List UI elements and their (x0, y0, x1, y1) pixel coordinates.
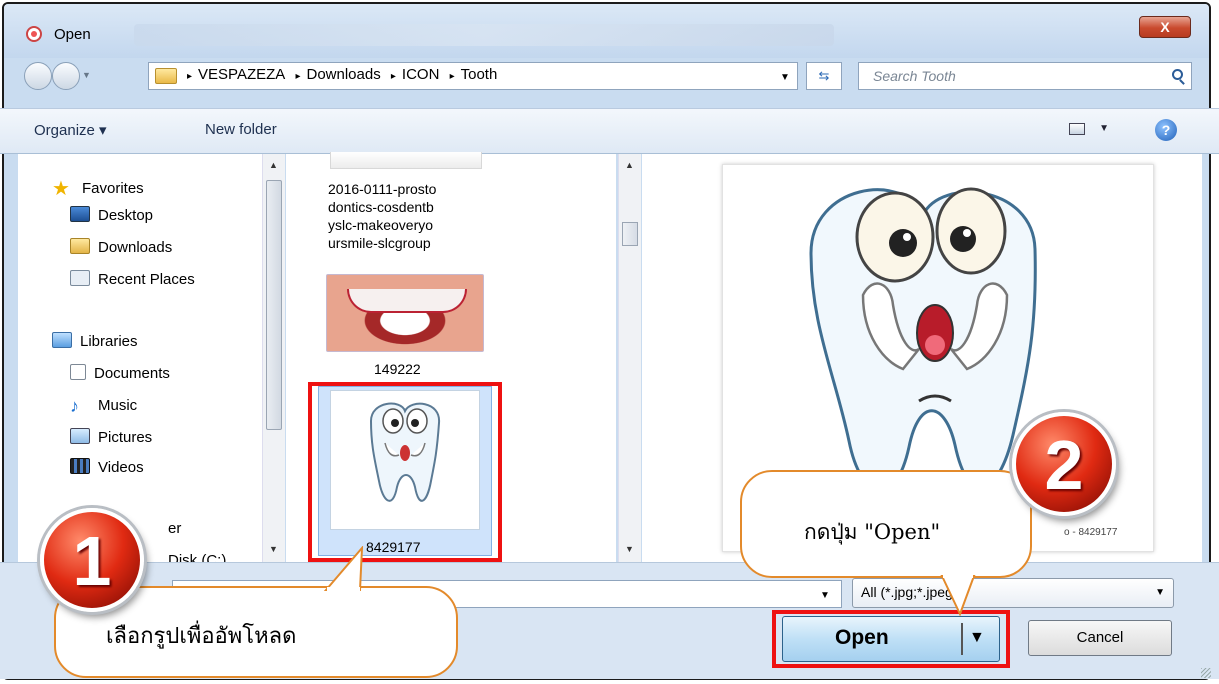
sidebar-label: Music (98, 397, 138, 414)
recent-places-icon (70, 270, 90, 286)
file-label-line: ursmile-slcgroup (328, 235, 431, 251)
highlight-selected-file (308, 382, 502, 562)
app-icon (26, 26, 42, 42)
sidebar-scrollbar[interactable]: ▲ ▼ (262, 154, 285, 562)
highlight-open-button (772, 610, 1010, 668)
background-tabs-blur (134, 24, 834, 46)
cancel-button[interactable]: Cancel (1028, 620, 1172, 656)
sidebar-item-recent-places[interactable]: Recent Places (70, 270, 195, 288)
music-icon: ♪ (70, 396, 79, 416)
callout-step2: กดปุ่ม "Open" (740, 470, 1032, 578)
preview-caption: o - 8429177 (1064, 527, 1118, 538)
file-label-149222[interactable]: 149222 (374, 360, 421, 378)
sidebar-item-music[interactable]: ♪ Music (70, 396, 138, 416)
search-input[interactable]: Search Tooth (858, 62, 1192, 90)
back-button[interactable] (24, 62, 52, 90)
file-type-select[interactable]: All (*.jpg;*.jpeg) ▼ (852, 578, 1174, 608)
sidebar-item-videos[interactable]: Videos (70, 458, 144, 476)
crumb-downloads[interactable]: Downloads (306, 66, 380, 83)
resize-grip-icon[interactable] (1201, 668, 1211, 678)
sidebar-label: Favorites (82, 180, 144, 197)
file-thumbnail-smile[interactable] (326, 274, 484, 352)
window-title: Open (54, 26, 91, 43)
forward-button[interactable] (52, 62, 80, 90)
sidebar-label: Libraries (80, 333, 138, 350)
sidebar-item-downloads[interactable]: Downloads (70, 238, 172, 256)
sidebar-label: Recent Places (98, 271, 195, 288)
file-label-line: yslc-makeoveryo (328, 217, 434, 233)
organize-button[interactable]: Organize ▾ (34, 121, 107, 139)
crumb-icon[interactable]: ICON (402, 66, 440, 83)
title-bar: Open X (4, 4, 1209, 58)
sidebar-item-libraries[interactable]: Libraries (52, 332, 138, 350)
sidebar-item-computer[interactable]: er (168, 520, 181, 537)
address-dropdown-icon[interactable]: ▼ (780, 72, 790, 83)
step-2-badge: 2 (1012, 412, 1116, 516)
sidebar-scroll-thumb[interactable] (266, 180, 282, 430)
file-name-dropdown-icon[interactable]: ▼ (820, 590, 830, 601)
star-icon: ★ (52, 178, 70, 200)
help-icon[interactable]: ? (1155, 119, 1177, 141)
refresh-button[interactable]: ⇆ (806, 62, 842, 90)
crumb-separator-icon: ▸ (390, 71, 396, 82)
callout-step2-tail (940, 574, 976, 616)
navigation-pane: ★ Favorites Desktop Downloads Recent Plac… (18, 154, 268, 569)
file-label-prosto[interactable]: 2016-0111-prosto dontics-cosdentb yslc-m… (328, 180, 436, 252)
desktop-icon (70, 206, 90, 222)
sidebar-item-pictures[interactable]: Pictures (70, 428, 152, 446)
chevron-down-icon: ▼ (1155, 587, 1165, 598)
downloads-folder-icon (70, 238, 90, 254)
step-1-badge: 1 (40, 508, 144, 612)
callout-step1-text: เลือกรูปเพื่ออัพโหลด (106, 624, 297, 649)
callout-step2-text: กดปุ่ม "Open" (804, 520, 941, 544)
crumb-separator-icon: ▸ (295, 71, 301, 82)
sidebar-item-desktop[interactable]: Desktop (70, 206, 153, 224)
scroll-up-icon[interactable]: ▲ (269, 160, 278, 170)
file-list-scroll-thumb[interactable] (622, 222, 638, 246)
pictures-icon (70, 428, 90, 444)
close-button[interactable]: X (1139, 16, 1191, 38)
sidebar-item-documents[interactable]: Documents (70, 364, 170, 382)
command-toolbar: Organize ▾ New folder ▼ ? (0, 108, 1219, 154)
crumb-separator-icon: ▸ (187, 71, 193, 82)
search-icon[interactable] (1172, 69, 1183, 80)
documents-icon (70, 364, 86, 380)
file-thumbnail-partial[interactable] (330, 152, 482, 169)
new-folder-button[interactable]: New folder (205, 121, 277, 138)
recent-pages-dropdown[interactable]: ▼ (82, 70, 92, 80)
crumb-vespazeza[interactable]: VESPAZEZA (198, 66, 285, 83)
sidebar-label: Desktop (98, 207, 154, 224)
sidebar-label: Downloads (98, 239, 173, 256)
sidebar-label: Videos (98, 459, 144, 476)
file-label-line: dontics-cosdentb (328, 199, 434, 215)
videos-icon (70, 458, 90, 474)
folder-icon (155, 68, 177, 84)
file-list-scrollbar[interactable]: ▲ ▼ (618, 154, 641, 562)
search-placeholder: Search Tooth (873, 68, 956, 84)
scroll-down-icon[interactable]: ▼ (269, 544, 278, 554)
sidebar-label: Documents (94, 365, 170, 382)
libraries-icon (52, 332, 72, 348)
scroll-up-icon[interactable]: ▲ (625, 160, 634, 170)
address-bar[interactable]: ▸ VESPAZEZA ▸ Downloads ▸ ICON ▸ Tooth (148, 62, 798, 90)
sidebar-label: Pictures (98, 429, 153, 446)
breadcrumb: ▸ VESPAZEZA ▸ Downloads ▸ ICON ▸ Tooth (187, 66, 503, 83)
sidebar-item-favorites[interactable]: ★ Favorites (52, 176, 144, 200)
crumb-separator-icon: ▸ (449, 71, 455, 82)
view-dropdown-icon[interactable]: ▼ (1099, 123, 1109, 134)
file-label-line: 2016-0111-prosto (328, 181, 437, 197)
change-view-icon[interactable] (1069, 123, 1085, 135)
callout-step1-tail (323, 546, 364, 591)
crumb-tooth[interactable]: Tooth (461, 66, 498, 83)
scroll-down-icon[interactable]: ▼ (625, 544, 634, 554)
